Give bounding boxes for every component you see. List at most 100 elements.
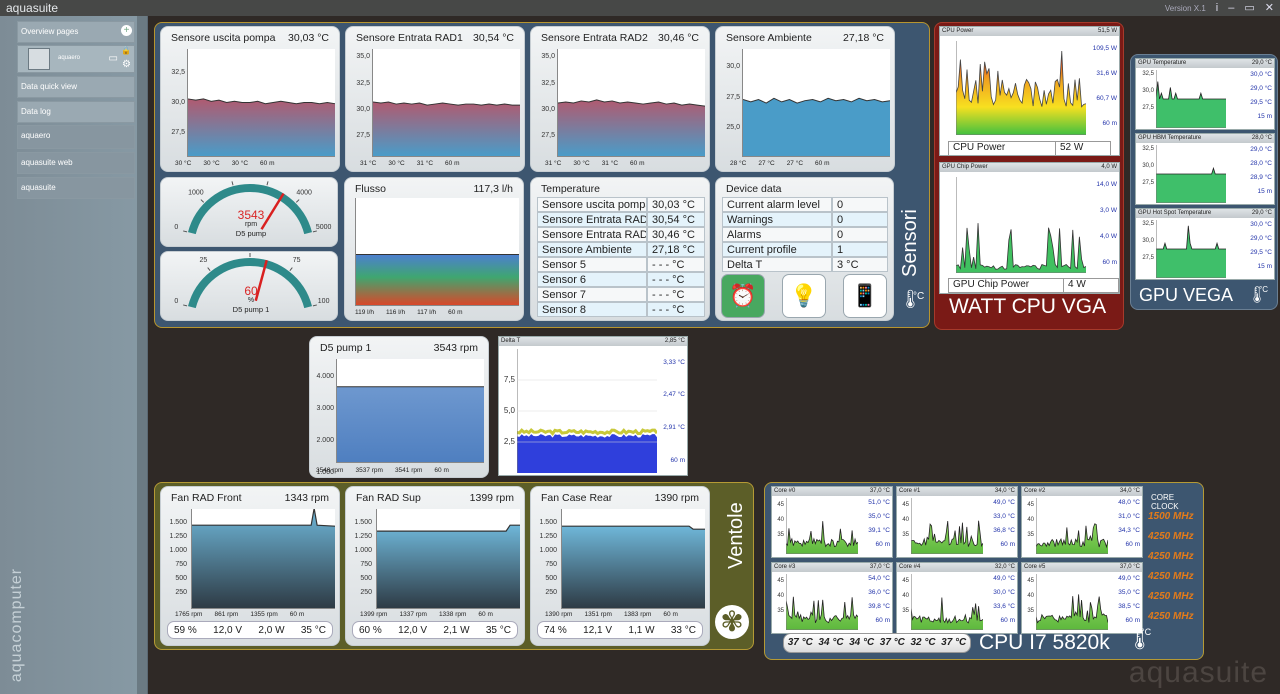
stat-value: 1351 rpm [584,611,612,618]
y-tick-label: 45 [777,502,784,508]
legend-value: 15 m [1257,263,1272,270]
gauge-tick-label: 100 [318,298,330,305]
sidebar-item-aquasuite[interactable]: aquasuite [17,177,135,199]
chart-header: Core #3 37,0 °C [772,563,892,572]
lightbulb-icon[interactable]: 💡 [782,274,826,318]
gear-icon[interactable]: ⚙ [122,59,131,70]
legend-value: 30,0 °C [1250,221,1272,228]
temp-chart-header: Sensore Entrata RAD1 30,54 °C [346,27,524,44]
row-value: 0 [832,212,888,227]
gpu-chart-plot [1156,145,1226,203]
version-label: Version X.1 [1164,3,1206,13]
sidebar-item-label: Data log [21,107,51,116]
core-chart-plot [786,498,858,554]
temp-chart [742,49,890,157]
temp-chart-stats: 31 °C 30 °C 31 °C 60 m [545,160,644,167]
legend-value: 60 m [875,617,890,624]
y-tick-label: 30,0 [171,99,185,106]
row-name: Sensor 6 [537,272,647,287]
sidebar-item-data-quick-view[interactable]: Data quick view [17,76,135,98]
legend-value: 33,6 °C [993,603,1015,610]
y-tick-label: 30,0 [1142,238,1154,244]
sidebar-scrollbar[interactable] [137,16,147,694]
fan-stats: 1765 rpm 861 rpm 1355 rpm 60 m [175,611,304,618]
gauge-value: 3543 [237,208,265,222]
stat-value: 1355 rpm [250,611,278,618]
row-name: Current alarm level [722,197,832,212]
temp-chart-value: 27,18 °C [843,32,884,44]
info-icon[interactable]: i [1216,2,1218,14]
monitor-icon[interactable]: ▭ [109,53,118,64]
y-tick-label: 750 [545,561,557,568]
lock-icon[interactable]: 🔒 [121,46,131,55]
stat-value: 30 °C [573,160,590,167]
core-temps-strip: 37 °C 34 °C 34 °C 37 °C 32 °C 37 °C [783,633,971,653]
y-tick-label: 250 [175,589,187,596]
sidebar-item-data-log[interactable]: Data log [17,101,135,123]
temp-chart-stats: 28 °C 27 °C 27 °C 60 m [730,160,829,167]
chart-header: Core #0 37,0 °C [772,487,892,496]
phone-icon[interactable]: 📱 [843,274,887,318]
y-tick-label: 2,5 [503,437,515,446]
gauge-tick [266,181,269,186]
stat-value: 27 °C [786,160,804,167]
sidebar-item-aquasuite-web[interactable]: aquasuite web [17,152,135,174]
close-button[interactable]: ✕ [1265,2,1274,14]
y-tick-label: 30,0 [1142,88,1154,94]
row-value: 0 [832,197,888,212]
gauge-tick-label: 5000 [316,224,332,231]
fan-rpm: 1343 rpm [284,492,329,504]
legend-value: 49,0 °C [993,499,1015,506]
temperature_table-row: Sensore Entrata RAD1 30,54 °C [537,212,705,227]
row-value: 30,46 °C [647,227,705,242]
readout-value: 52 W [1060,142,1084,153]
legend-min: 3,0 W [1100,207,1117,214]
gpu-temp-chart: GPU HBM Temperature 28,0 °C 32,5 30,0 27,5 29… [1135,133,1275,205]
row-name: Sensore uscita pompa [537,197,647,212]
app-title: aquasuite [6,1,59,15]
row-name: Sensore Entrata RAD1 [537,212,647,227]
legend-value: 54,0 °C [868,575,890,582]
sidebar-item-overview-pages[interactable]: Overview pages + [17,21,135,43]
watt-title: WATT CPU VGA [949,295,1107,318]
chart-max: 4,0 W [1101,164,1117,170]
gpu-chip-power-chart: GPU Chip Power 4,0 W 14,0 W 3,0 W 4,0 W 6… [939,162,1120,294]
temp-chart [372,49,520,157]
maximize-button[interactable]: ▭ [1244,2,1254,14]
minimize-button[interactable]: – [1228,2,1234,14]
fan-panel: Fan RAD Front 1343 rpm 1.500 1.250 1.000 750 5… [160,486,340,646]
temp-area [188,98,335,156]
alarm-icon[interactable]: ⏰ [721,274,765,318]
legend-value: 60 m [1000,541,1015,548]
legend-value: 15 m [1257,113,1272,120]
chart-header: GPU Hot Spot Temperature 29,0 °C [1136,209,1274,218]
y-tick-label: 30,0 [356,105,370,113]
gauge-tick-label: 25 [199,257,207,264]
sidebar-item-label: aquaero [58,55,81,61]
watt-group: CPU Power 51,5 W 109,5 W 31,6 W 60,7 W 60… [934,22,1124,330]
y-tick-label: 1.500 [354,519,372,526]
stat-value: 31 °C [360,160,377,167]
y-tick-label: 27,5 [541,132,555,140]
add-icon[interactable]: + [121,25,132,36]
d5-pump-panel: D5 pump 1 3543 rpm 4.000 3.000 2.000 1.000 3… [309,336,489,478]
legend-max: 14,0 W [1096,181,1117,188]
gauge-tick-label: 75 [293,257,301,264]
legend-value: 51,0 °C [868,499,890,506]
sidebar-item-label: aquaero [21,131,51,140]
y-tick-label: 45 [902,502,909,508]
gpu-chart-plot [1156,220,1226,278]
sidebar-item-aquaero[interactable]: aquaero [17,125,135,149]
stat-value: 31 °C [545,160,562,167]
legend-max: 109,5 W [1092,45,1117,52]
core-chart: Core #5 37,0 °C 45 40 35 49,0 °C 35,0 °C 38,5 °… [1021,562,1143,634]
legend-value: 49,0 °C [993,575,1015,582]
fan-header: Fan Case Rear 1390 rpm [531,487,709,504]
cpu-title: CPU I7 5820k [979,631,1110,654]
ventole-title: Ventole [725,502,747,569]
row-name: Delta T [722,257,832,272]
y-tick-label: 27,5 [1142,255,1154,261]
legend-value: 35,0 °C [868,513,890,520]
sidebar-item-aquaero-device[interactable]: aquaero ▭ 🔒 ⚙ [17,45,135,73]
core-clock-value: 4250 MHz [1148,571,1194,582]
